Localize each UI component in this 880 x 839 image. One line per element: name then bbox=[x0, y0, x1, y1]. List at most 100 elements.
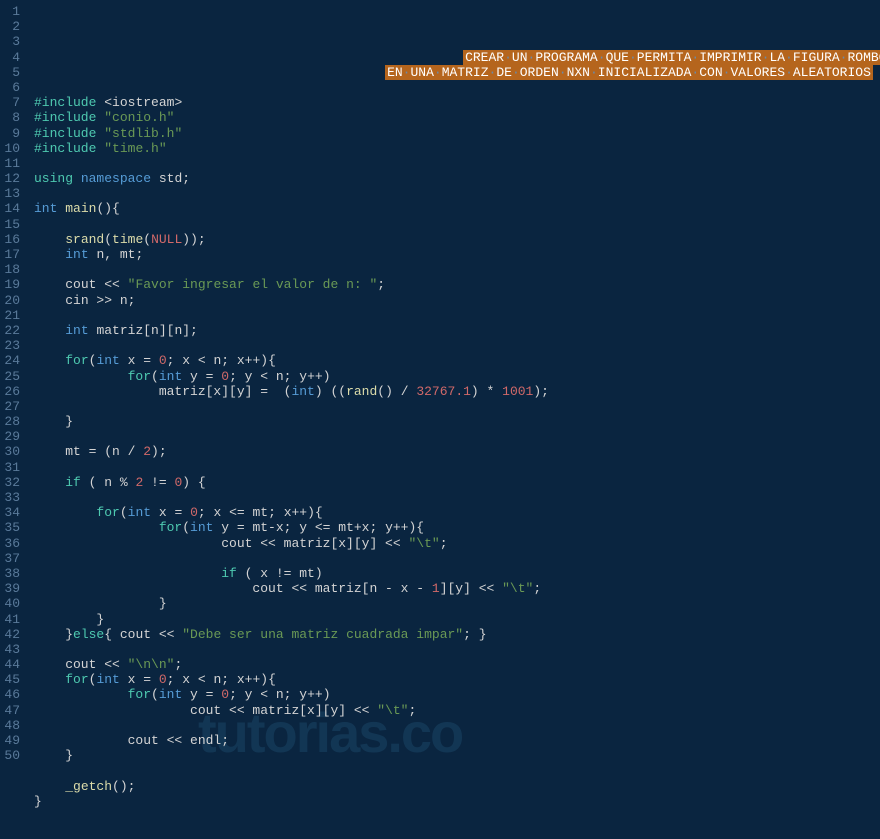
line-number: 12 bbox=[4, 171, 20, 186]
line-number: 34 bbox=[4, 505, 20, 520]
line-number: 30 bbox=[4, 444, 20, 459]
line-number: 32 bbox=[4, 475, 20, 490]
line-number: 29 bbox=[4, 429, 20, 444]
line-number: 50 bbox=[4, 748, 20, 763]
line-number: 9 bbox=[4, 126, 20, 141]
code-line[interactable] bbox=[34, 262, 880, 277]
code-line[interactable] bbox=[34, 460, 880, 475]
line-number: 5 bbox=[4, 65, 20, 80]
code-line[interactable]: EN·UNA·MATRIZ·DE·ORDEN·NXN·INICIALIZADA·… bbox=[34, 65, 880, 80]
line-number: 24 bbox=[4, 353, 20, 368]
code-line[interactable]: if ( x != mt) bbox=[34, 566, 880, 581]
line-number: 44 bbox=[4, 657, 20, 672]
line-number: 39 bbox=[4, 581, 20, 596]
line-number: 2 bbox=[4, 19, 20, 34]
code-line[interactable] bbox=[34, 156, 880, 171]
line-number: 19 bbox=[4, 277, 20, 292]
line-number: 45 bbox=[4, 672, 20, 687]
line-number: 13 bbox=[4, 186, 20, 201]
line-number: 36 bbox=[4, 536, 20, 551]
code-line[interactable]: } bbox=[34, 596, 880, 611]
code-line[interactable]: using namespace std; bbox=[34, 171, 880, 186]
line-number: 20 bbox=[4, 293, 20, 308]
code-line[interactable] bbox=[34, 186, 880, 201]
line-number: 21 bbox=[4, 308, 20, 323]
line-number: 42 bbox=[4, 627, 20, 642]
code-line[interactable]: } bbox=[34, 414, 880, 429]
line-number: 4 bbox=[4, 50, 20, 65]
code-line[interactable]: cout << matriz[x][y] << "\t"; bbox=[34, 703, 880, 718]
code-line[interactable]: } bbox=[34, 612, 880, 627]
line-number: 11 bbox=[4, 156, 20, 171]
line-number: 43 bbox=[4, 642, 20, 657]
code-line[interactable]: #include "time.h" bbox=[34, 141, 880, 156]
line-number: 38 bbox=[4, 566, 20, 581]
code-line[interactable]: #include "conio.h" bbox=[34, 110, 880, 125]
line-number: 1 bbox=[4, 4, 20, 19]
code-line[interactable]: cout << endl; bbox=[34, 733, 880, 748]
code-line[interactable]: #include <iostream> bbox=[34, 95, 880, 110]
code-line[interactable] bbox=[34, 763, 880, 778]
code-line[interactable] bbox=[34, 399, 880, 414]
code-line[interactable]: int main(){ bbox=[34, 201, 880, 216]
code-line[interactable]: cout << "\n\n"; bbox=[34, 657, 880, 672]
code-line[interactable]: CREAR·UN·PROGRAMA·QUE·PERMITA·IMPRIMIR·L… bbox=[34, 50, 880, 65]
code-line[interactable]: int n, mt; bbox=[34, 247, 880, 262]
line-number: 47 bbox=[4, 703, 20, 718]
line-number: 18 bbox=[4, 262, 20, 277]
code-line[interactable]: if ( n % 2 != 0) { bbox=[34, 475, 880, 490]
code-area[interactable]: tutorias.co CREAR·UN·PROGRAMA·QUE·PERMIT… bbox=[28, 0, 880, 780]
code-line[interactable]: } bbox=[34, 748, 880, 763]
code-line[interactable] bbox=[34, 217, 880, 232]
code-line[interactable] bbox=[34, 718, 880, 733]
code-line[interactable]: mt = (n / 2); bbox=[34, 444, 880, 459]
line-number: 17 bbox=[4, 247, 20, 262]
line-number: 15 bbox=[4, 217, 20, 232]
line-number: 10 bbox=[4, 141, 20, 156]
code-line[interactable]: cin >> n; bbox=[34, 293, 880, 308]
line-number: 22 bbox=[4, 323, 20, 338]
code-line[interactable] bbox=[34, 338, 880, 353]
line-number: 3 bbox=[4, 34, 20, 49]
code-line[interactable]: _getch(); bbox=[34, 779, 880, 794]
line-number: 25 bbox=[4, 369, 20, 384]
code-line[interactable]: for(int y = 0; y < n; y++) bbox=[34, 369, 880, 384]
line-number: 33 bbox=[4, 490, 20, 505]
line-number: 26 bbox=[4, 384, 20, 399]
line-number: 48 bbox=[4, 718, 20, 733]
code-line[interactable]: for(int x = 0; x <= mt; x++){ bbox=[34, 505, 880, 520]
line-number-gutter: 1234567891011121314151617181920212223242… bbox=[0, 0, 28, 780]
code-line[interactable]: cout << matriz[n - x - 1][y] << "\t"; bbox=[34, 581, 880, 596]
code-line[interactable]: for(int y = mt-x; y <= mt+x; y++){ bbox=[34, 520, 880, 535]
code-line[interactable] bbox=[34, 642, 880, 657]
line-number: 14 bbox=[4, 201, 20, 216]
code-line[interactable] bbox=[34, 80, 880, 95]
line-number: 49 bbox=[4, 733, 20, 748]
line-number: 35 bbox=[4, 520, 20, 535]
code-line[interactable]: srand(time(NULL)); bbox=[34, 232, 880, 247]
line-number: 37 bbox=[4, 551, 20, 566]
line-number: 7 bbox=[4, 95, 20, 110]
line-number: 31 bbox=[4, 460, 20, 475]
line-number: 41 bbox=[4, 612, 20, 627]
code-line[interactable]: #include "stdlib.h" bbox=[34, 126, 880, 141]
code-line[interactable] bbox=[34, 490, 880, 505]
code-editor: 1234567891011121314151617181920212223242… bbox=[0, 0, 880, 780]
line-number: 40 bbox=[4, 596, 20, 611]
code-line[interactable]: for(int x = 0; x < n; x++){ bbox=[34, 353, 880, 368]
code-line[interactable]: for(int y = 0; y < n; y++) bbox=[34, 687, 880, 702]
code-line[interactable]: int matriz[n][n]; bbox=[34, 323, 880, 338]
code-line[interactable] bbox=[34, 308, 880, 323]
code-line[interactable] bbox=[34, 429, 880, 444]
code-line[interactable]: } bbox=[34, 794, 880, 809]
line-number: 23 bbox=[4, 338, 20, 353]
code-line[interactable]: matriz[x][y] = (int) ((rand() / 32767.1)… bbox=[34, 384, 880, 399]
line-number: 28 bbox=[4, 414, 20, 429]
code-line[interactable]: }else{ cout << "Debe ser una matriz cuad… bbox=[34, 627, 880, 642]
code-line[interactable]: cout << "Favor ingresar el valor de n: "… bbox=[34, 277, 880, 292]
line-number: 8 bbox=[4, 110, 20, 125]
code-line[interactable] bbox=[34, 551, 880, 566]
line-number: 6 bbox=[4, 80, 20, 95]
code-line[interactable]: cout << matriz[x][y] << "\t"; bbox=[34, 536, 880, 551]
code-line[interactable]: for(int x = 0; x < n; x++){ bbox=[34, 672, 880, 687]
